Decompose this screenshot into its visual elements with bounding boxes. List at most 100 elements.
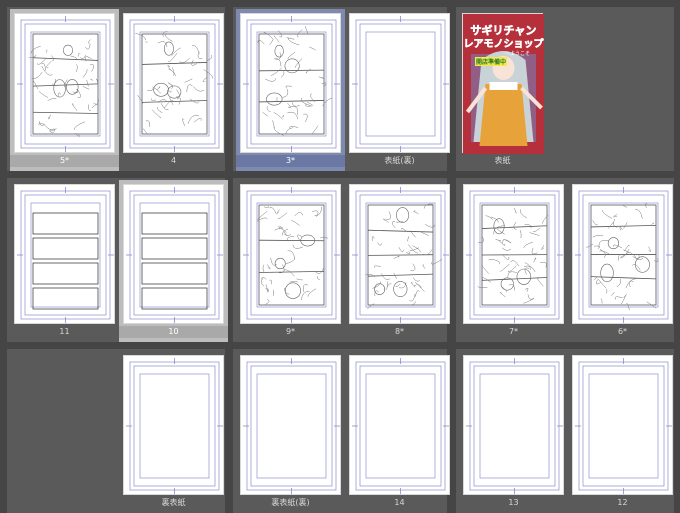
pencil-stroke — [184, 78, 193, 83]
spread-0-1[interactable]: 3* 表紙(裏) — [233, 7, 450, 171]
pencil-stroke — [600, 298, 603, 304]
pencil-stroke — [499, 263, 510, 272]
spread-1-0[interactable]: 11 10 — [7, 178, 228, 342]
pencil-stroke — [168, 82, 174, 89]
pencil-stroke — [502, 255, 510, 260]
page-thumbnail[interactable]: 13 — [459, 351, 568, 513]
pencil-stroke — [294, 212, 303, 217]
sketch-head — [393, 280, 408, 297]
pencil-stroke — [412, 277, 420, 282]
pencil-stroke — [277, 212, 288, 220]
pencil-stroke — [593, 276, 598, 281]
pencil-stroke — [417, 284, 425, 292]
page-preview — [17, 187, 114, 323]
page-thumbnail[interactable]: 4 — [119, 9, 228, 171]
spread-1-1[interactable]: 9* 8* — [233, 178, 450, 342]
pencil-stroke — [632, 264, 641, 271]
pencil-stroke — [405, 251, 410, 254]
pencil-stroke — [186, 84, 193, 93]
page-thumbnail[interactable]: 10 — [119, 180, 228, 342]
panel-divider — [258, 69, 325, 72]
spread-0-2[interactable]: サギリチャン レアモノショップ へようこそ 開店準備中 表紙 — [456, 7, 674, 171]
page-thumbnail[interactable]: 7* — [459, 180, 568, 342]
cover-title-line2: レアモノショップ — [464, 37, 545, 50]
cover-subtitle: へようこそ — [505, 50, 530, 57]
page-label: 14 — [394, 498, 405, 507]
trim-frame — [582, 194, 665, 316]
panel-divider — [141, 100, 208, 103]
pencil-stroke — [613, 214, 618, 218]
pencil-stroke — [507, 265, 517, 273]
bleed-frame — [246, 361, 337, 491]
pencil-stroke — [598, 240, 609, 248]
pencil-stroke — [179, 57, 191, 63]
page-thumbnail[interactable]: 8* — [345, 180, 454, 342]
pencil-stroke — [304, 25, 309, 35]
panel-frame — [32, 262, 99, 285]
page-thumbnail[interactable]: 裏表紙(裏) — [236, 351, 345, 513]
trim-frame — [582, 365, 665, 487]
pencil-stroke — [311, 125, 319, 135]
page-paper — [349, 355, 450, 495]
pencil-stroke — [305, 68, 312, 74]
page-thumbnail[interactable]: 5* — [10, 9, 119, 171]
panel-divider — [481, 225, 548, 229]
page-label: 裏表紙(裏) — [271, 498, 310, 507]
page-thumbnail[interactable]: 表紙(裏) — [345, 9, 454, 171]
pencil-stroke — [192, 44, 200, 54]
pencil-stroke — [541, 245, 545, 250]
panel-divider — [367, 254, 434, 256]
pencil-stroke — [82, 69, 88, 78]
page-thumbnail[interactable]: 3* — [236, 9, 345, 171]
sketch-head — [493, 218, 505, 235]
pencil-stroke — [291, 220, 300, 226]
page-thumbnail[interactable]: 裏表紙 — [119, 351, 228, 513]
bleed-frame — [129, 190, 220, 320]
page-thumbnail[interactable]: サギリチャン レアモノショップ へようこそ 開店準備中 表紙 — [458, 9, 547, 171]
panel-divider — [590, 224, 657, 228]
pencil-stroke — [203, 69, 214, 79]
spread-2-2[interactable]: 13 12 — [456, 349, 674, 513]
sketch-head — [274, 44, 284, 58]
pencil-stroke — [143, 128, 149, 135]
page-preview — [352, 187, 449, 323]
panel-frame — [141, 237, 208, 260]
pencil-stroke — [262, 111, 268, 117]
pencil-stroke — [285, 127, 294, 135]
panel-frame — [141, 287, 208, 310]
pencil-stroke — [598, 279, 607, 289]
pencil-stroke — [283, 288, 290, 295]
pencil-stroke — [490, 216, 499, 223]
page-preview — [243, 358, 340, 494]
page-preview — [466, 358, 563, 494]
pencil-stroke — [75, 64, 78, 72]
pencil-stroke — [88, 104, 91, 112]
page-thumbnail[interactable]: 9* — [236, 180, 345, 342]
pencil-stroke — [398, 247, 404, 253]
pencil-stroke — [296, 278, 303, 281]
pencil-stroke — [617, 254, 620, 261]
page-thumbnail[interactable]: 14 — [345, 351, 454, 513]
pencil-stroke — [307, 288, 317, 297]
pencil-stroke — [285, 257, 296, 265]
page-thumbnail[interactable]: 12 — [568, 351, 677, 513]
page-thumbnail[interactable]: 6* — [568, 180, 677, 342]
page-paper — [123, 13, 224, 153]
spread-0-0[interactable]: 5* 4 — [7, 7, 225, 171]
pencil-stroke — [285, 85, 292, 88]
spread-1-2[interactable]: 7* 6* — [456, 178, 674, 342]
safe-frame — [588, 373, 659, 479]
page-label: 表紙(裏) — [384, 156, 415, 165]
pencil-stroke — [413, 284, 417, 287]
page-label: 10 — [119, 326, 228, 338]
pencil-stroke — [531, 247, 538, 255]
spread-2-0[interactable]: 裏表紙 — [7, 349, 225, 513]
page-thumbnail[interactable]: 11 — [10, 180, 119, 342]
spread-2-1[interactable]: 裏表紙(裏) 14 — [233, 349, 450, 513]
pencil-stroke — [263, 206, 269, 209]
pencil-stroke — [520, 230, 522, 239]
pencil-stroke — [48, 114, 51, 120]
pencil-stroke — [315, 268, 324, 274]
pencil-stroke — [145, 41, 148, 44]
pencil-stroke — [415, 290, 420, 297]
